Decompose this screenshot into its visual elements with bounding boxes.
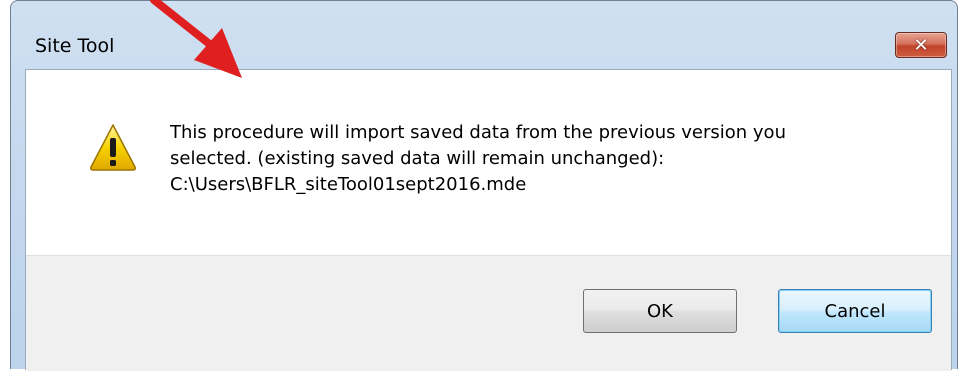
message-area: This procedure will import saved data fr… xyxy=(26,70,951,255)
annotation-arrow xyxy=(150,0,242,78)
window-title: Site Tool xyxy=(35,35,115,57)
button-bar: OK Cancel xyxy=(26,255,951,371)
close-icon: ✕ xyxy=(913,34,929,56)
message-line: This procedure will import saved data fr… xyxy=(170,122,786,143)
warning-icon xyxy=(90,124,136,171)
file-path: C:\Users\BFLR_siteTool01sept2016.mde xyxy=(170,174,527,195)
cancel-button[interactable]: Cancel xyxy=(778,289,932,333)
dialog-message: This procedure will import saved data fr… xyxy=(170,120,930,198)
message-line: selected. (existing saved data will rema… xyxy=(170,148,665,169)
ok-button[interactable]: OK xyxy=(583,289,737,333)
dialog-client-area: This procedure will import saved data fr… xyxy=(25,69,952,371)
close-button[interactable]: ✕ xyxy=(895,32,947,58)
